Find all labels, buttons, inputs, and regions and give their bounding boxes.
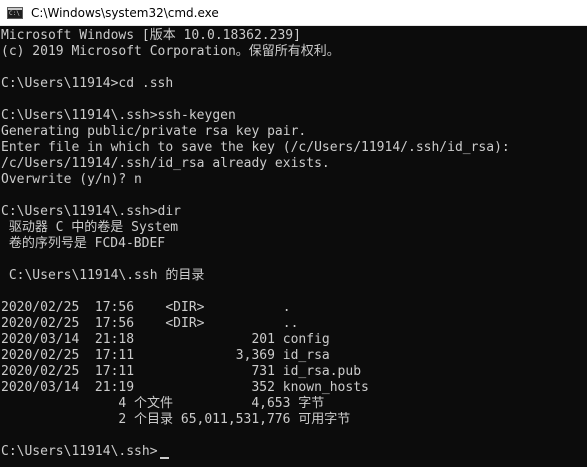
console-line: 4 个文件 4,653 字节 [1, 396, 325, 411]
console-line: 2020/03/14 21:19 352 known_hosts [1, 380, 369, 395]
title-bar[interactable]: C:\Windows\system32\cmd.exe [0, 0, 587, 26]
console-line: 2020/02/25 17:11 731 id_rsa.pub [1, 364, 362, 379]
console-output[interactable]: Microsoft Windows [版本 10.0.18362.239] (c… [0, 26, 587, 467]
console-line: Generating public/private rsa key pair. [1, 124, 307, 139]
text-cursor [160, 457, 169, 459]
console-line: /c/Users/11914/.ssh/id_rsa already exist… [1, 156, 330, 171]
console-line: 2020/03/14 21:18 201 config [1, 332, 330, 347]
console-line: Microsoft Windows [版本 10.0.18362.239] [1, 28, 301, 43]
console-line: C:\Users\11914>cd .ssh [1, 76, 174, 91]
console-line: 2 个目录 65,011,531,776 可用字节 [1, 412, 351, 427]
console-line: Overwrite (y/n)? n [1, 172, 142, 187]
cmd-window: C:\Windows\system32\cmd.exe Microsoft Wi… [0, 0, 587, 467]
cmd-app-icon[interactable] [7, 6, 23, 19]
console-line: 2020/02/25 17:11 3,369 id_rsa [1, 348, 330, 363]
console-line: 2020/02/25 17:56 <DIR> .. [1, 316, 299, 331]
console-line: 2020/02/25 17:56 <DIR> . [1, 300, 291, 315]
console-line: C:\Users\11914\.ssh>dir [1, 204, 182, 219]
prompt-line: C:\Users\11914\.ssh> [1, 444, 158, 459]
console-line: Enter file in which to save the key (/c/… [1, 140, 510, 155]
console-line: 卷的序列号是 FCD4-BDEF [1, 236, 166, 251]
console-line: 驱动器 C 中的卷是 System [1, 220, 179, 235]
window-title: C:\Windows\system32\cmd.exe [31, 5, 219, 20]
console-line: C:\Users\11914\.ssh 的目录 [1, 268, 205, 283]
console-line: C:\Users\11914\.ssh>ssh-keygen [1, 108, 236, 123]
console-line: (c) 2019 Microsoft Corporation。保留所有权利。 [1, 44, 340, 59]
